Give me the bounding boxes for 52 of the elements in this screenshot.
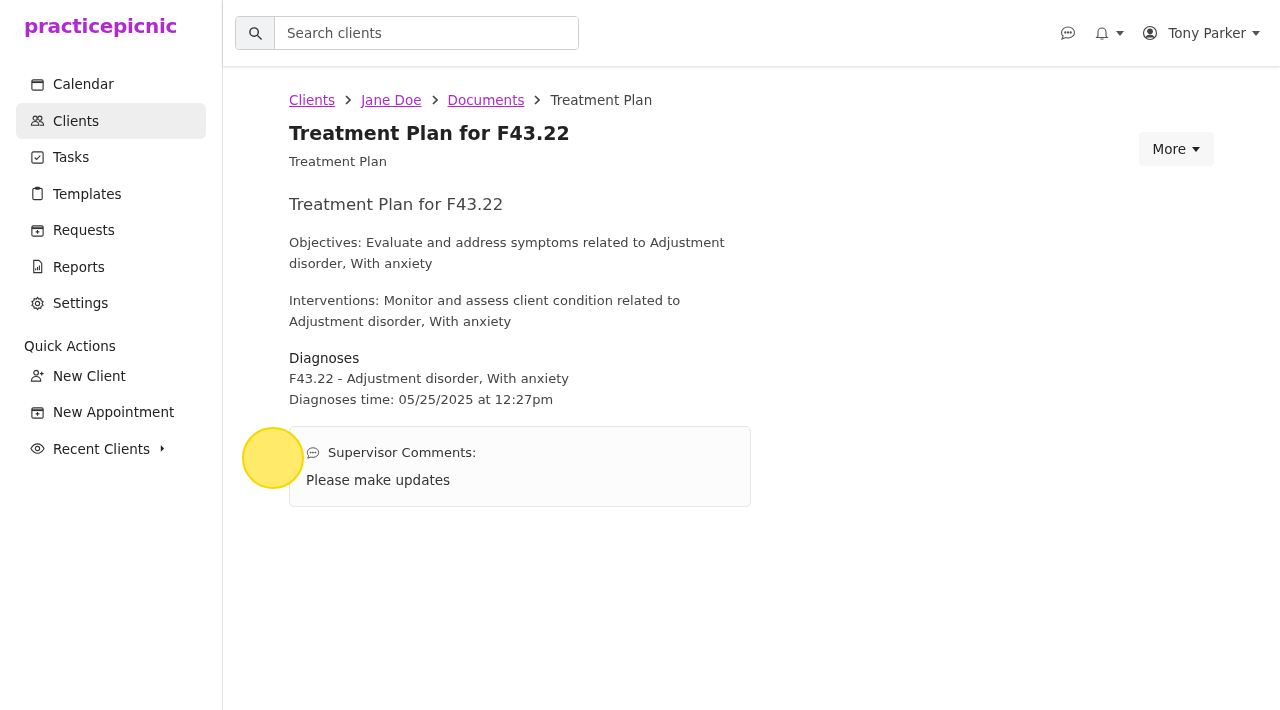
breadcrumb-link[interactable]: Clients [289, 92, 336, 108]
breadcrumb-link[interactable]: Jane Doe [361, 92, 422, 108]
chat-icon[interactable] [1060, 25, 1077, 41]
caret-icon [160, 445, 166, 453]
calendar-icon [30, 76, 45, 92]
chevron-icon [431, 95, 438, 105]
notifications-button[interactable] [1094, 25, 1125, 41]
sidebar-item[interactable]: Reports [16, 248, 206, 285]
diagnoses-title: Diagnoses [289, 349, 361, 368]
sidebar-item[interactable]: Requests [16, 212, 206, 249]
clipboard-icon [30, 186, 45, 202]
user-avatar-icon [1142, 25, 1159, 41]
diagnosis-line: Diagnoses time: 05/25/2025 at 12:27pm [289, 391, 555, 409]
gear-icon [30, 295, 45, 311]
diagnosis-line: F43.22 - Adjustment disorder, With anxiety [289, 370, 570, 388]
chevron-icon [345, 95, 352, 105]
calendar-plus-icon [30, 222, 45, 238]
sidebar-item[interactable]: Settings [16, 285, 206, 322]
page-title: Treatment Plan for F43.22 [289, 122, 570, 144]
people-icon [30, 113, 45, 129]
paragraph: Objectives: Evaluate and address symptoms related to Adjustment disorder, With anxiety [289, 234, 726, 273]
paragraph: Interventions: Monitor and assess client condition related to Adjustment disorder, With anxiety [289, 292, 682, 331]
sidebar-item[interactable]: New Client [16, 357, 206, 394]
bell-icon [1094, 25, 1111, 41]
eye-icon [30, 441, 45, 457]
caret-icon [1252, 30, 1260, 36]
search-field[interactable]: Search clients [235, 16, 579, 50]
person-plus-icon [30, 368, 45, 384]
search-icon [247, 25, 263, 41]
caret-icon [1116, 30, 1125, 36]
caret-icon [1192, 146, 1200, 152]
sidebar-item[interactable]: Clients [16, 102, 206, 139]
chat-icon [306, 445, 320, 460]
sidebar-item[interactable]: Calendar [16, 66, 206, 103]
comments-title: Supervisor Comments: [328, 445, 477, 460]
brand-logo[interactable]: practicepicnic [16, 14, 206, 38]
chevron-icon [534, 95, 541, 105]
breadcrumb-current: Treatment Plan [550, 92, 653, 108]
report-icon [30, 259, 45, 275]
more-button[interactable]: More [1138, 132, 1214, 166]
sidebar-item[interactable]: Recent Clients [16, 430, 206, 467]
sidebar-item[interactable]: Templates [16, 175, 206, 212]
checkbox-icon [30, 149, 45, 165]
user-menu[interactable]: Tony Parker [1142, 25, 1260, 41]
sidebar-item[interactable]: New Appointment [16, 394, 206, 431]
calendar-plus-icon [30, 404, 45, 420]
section-title: Quick Actions [23, 337, 117, 354]
document-heading: Treatment Plan for F43.22 [289, 195, 505, 214]
sidebar-item[interactable]: Tasks [16, 139, 206, 176]
breadcrumb-link[interactable]: Documents [447, 92, 525, 108]
page-subtitle: Treatment Plan [289, 154, 388, 169]
comment-text: Please make updates [306, 472, 452, 488]
